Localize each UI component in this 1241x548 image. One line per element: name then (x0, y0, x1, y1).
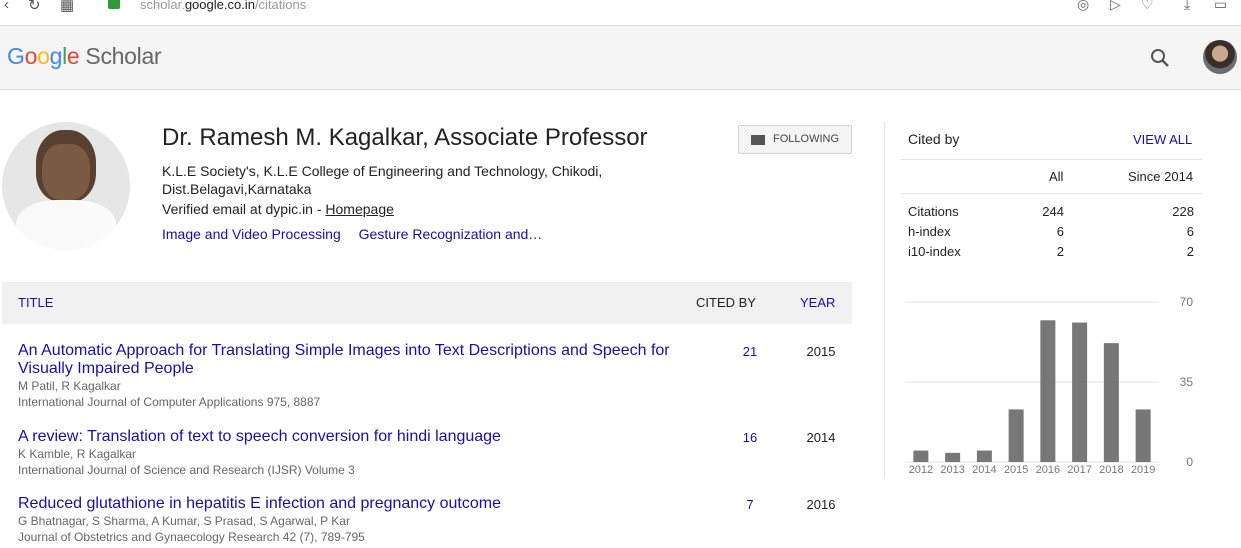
url-text[interactable]: scholar.google.co.in/citations (140, 0, 306, 12)
x-tick-label: 2014 (972, 464, 996, 476)
col-since-header: Since 2014 (1128, 169, 1194, 184)
research-interests: Image and Video Processing Gesture Recog… (162, 226, 556, 242)
reload-icon[interactable]: ↻ (28, 0, 41, 14)
send-icon[interactable]: ▷ (1110, 0, 1121, 13)
articles-table-header: TITLE CITED BY YEAR (2, 282, 852, 324)
chart-bar (1103, 343, 1119, 462)
browser-address-bar: ‹ ↻ ▦ scholar.google.co.in/citations ◎ ▷… (0, 0, 1241, 26)
stat-since: 2 (1186, 244, 1194, 259)
chart-bar (1072, 322, 1088, 462)
table-row: Reduced glutathione in hepatitis E infec… (18, 495, 848, 545)
stat-label: i10-index (908, 244, 961, 259)
y-tick-label: 35 (1180, 375, 1194, 389)
stat-since: 228 (1172, 204, 1194, 219)
battery-icon: ▭ (1214, 0, 1228, 12)
homepage-link[interactable]: Homepage (325, 201, 394, 217)
article-year: 2015 (806, 344, 836, 359)
article-year: 2014 (806, 430, 836, 445)
year-sort-header[interactable]: YEAR (800, 295, 835, 310)
article-authors: M Patil, R Kagalkar (18, 379, 121, 393)
view-all-link[interactable]: VIEW ALL (1133, 132, 1192, 147)
chart-bar (1135, 409, 1151, 462)
chart-bar (1008, 409, 1024, 462)
stat-all: 244 (1042, 204, 1064, 219)
heart-icon[interactable]: ♡ (1141, 0, 1154, 13)
x-tick-label: 2018 (1099, 464, 1123, 476)
panel-divider (884, 122, 885, 477)
profile-photo (2, 122, 130, 250)
article-authors: K Kamble, R Kagalkar (18, 447, 137, 461)
google-scholar-logo[interactable]: Google Scholar (7, 43, 162, 70)
x-tick-label: 2016 (1036, 464, 1060, 476)
interest-link[interactable]: Image and Video Processing (162, 226, 341, 242)
x-tick-label: 2017 (1067, 464, 1091, 476)
cited-by-title: Cited by (908, 131, 960, 147)
camera-icon[interactable]: ◎ (1077, 0, 1089, 13)
account-avatar[interactable] (1203, 40, 1237, 74)
stat-all: 2 (1056, 244, 1064, 259)
article-title-link[interactable]: Reduced glutathione in hepatitis E infec… (18, 495, 688, 513)
following-button[interactable]: FOLLOWING (738, 125, 852, 154)
divider (901, 193, 1202, 194)
article-journal: International Journal of Science and Res… (18, 463, 355, 477)
profile-affiliation: K.L.E Society's, K.L.E College of Engine… (162, 163, 603, 197)
lock-icon (108, 0, 120, 9)
stat-label: Citations (908, 204, 959, 219)
chart-bar (1040, 320, 1056, 462)
y-tick-label: 0 (1186, 455, 1193, 469)
x-tick-label: 2015 (1004, 464, 1028, 476)
cited-count-link[interactable]: 7 (730, 497, 770, 512)
stat-since: 6 (1186, 224, 1194, 239)
table-row: A review: Translation of text to speech … (18, 428, 848, 478)
table-row: An Automatic Approach for Translating Si… (18, 342, 848, 410)
x-tick-label: 2019 (1131, 464, 1155, 476)
title-sort-header[interactable]: TITLE (18, 295, 53, 310)
search-icon[interactable] (1150, 48, 1170, 68)
apps-grid-icon[interactable]: ▦ (60, 0, 74, 14)
scholar-header: Google Scholar (0, 26, 1241, 90)
chart-bar (945, 452, 961, 462)
back-icon[interactable]: ‹ (4, 0, 9, 13)
x-tick-label: 2012 (909, 464, 933, 476)
download-icon[interactable]: ⤓ (1184, 0, 1190, 13)
article-year: 2016 (806, 497, 836, 512)
stat-all: 6 (1056, 224, 1064, 239)
article-authors: G Bhatnagar, S Sharma, A Kumar, S Prasad… (18, 514, 350, 528)
interest-link[interactable]: Gesture Recognization and… (359, 226, 543, 242)
x-tick-label: 2013 (940, 464, 964, 476)
profile-email: Verified email at dypic.in - Homepage (162, 201, 394, 217)
article-title-link[interactable]: An Automatic Approach for Translating Si… (18, 342, 688, 378)
cited-count-link[interactable]: 21 (730, 344, 770, 359)
profile-name: Dr. Ramesh M. Kagalkar, Associate Profes… (162, 124, 648, 151)
envelope-icon (751, 135, 765, 145)
article-journal: Journal of Obstetrics and Gynaecology Re… (18, 530, 365, 544)
chart-bar (976, 450, 992, 462)
stat-label: h-index (908, 224, 951, 239)
cited-count-link[interactable]: 16 (730, 430, 770, 445)
y-tick-label: 70 (1180, 295, 1194, 309)
article-journal: International Journal of Computer Applic… (18, 395, 321, 409)
cited-by-header[interactable]: CITED BY (696, 295, 756, 310)
citations-bar-chart: 70 35 0 2012 2013 2014 2015 2016 2017 2018 2019 (905, 295, 1194, 476)
col-all-header: All (1049, 169, 1064, 184)
divider (901, 159, 1202, 160)
chart-bar (913, 450, 929, 462)
article-title-link[interactable]: A review: Translation of text to speech … (18, 428, 688, 446)
